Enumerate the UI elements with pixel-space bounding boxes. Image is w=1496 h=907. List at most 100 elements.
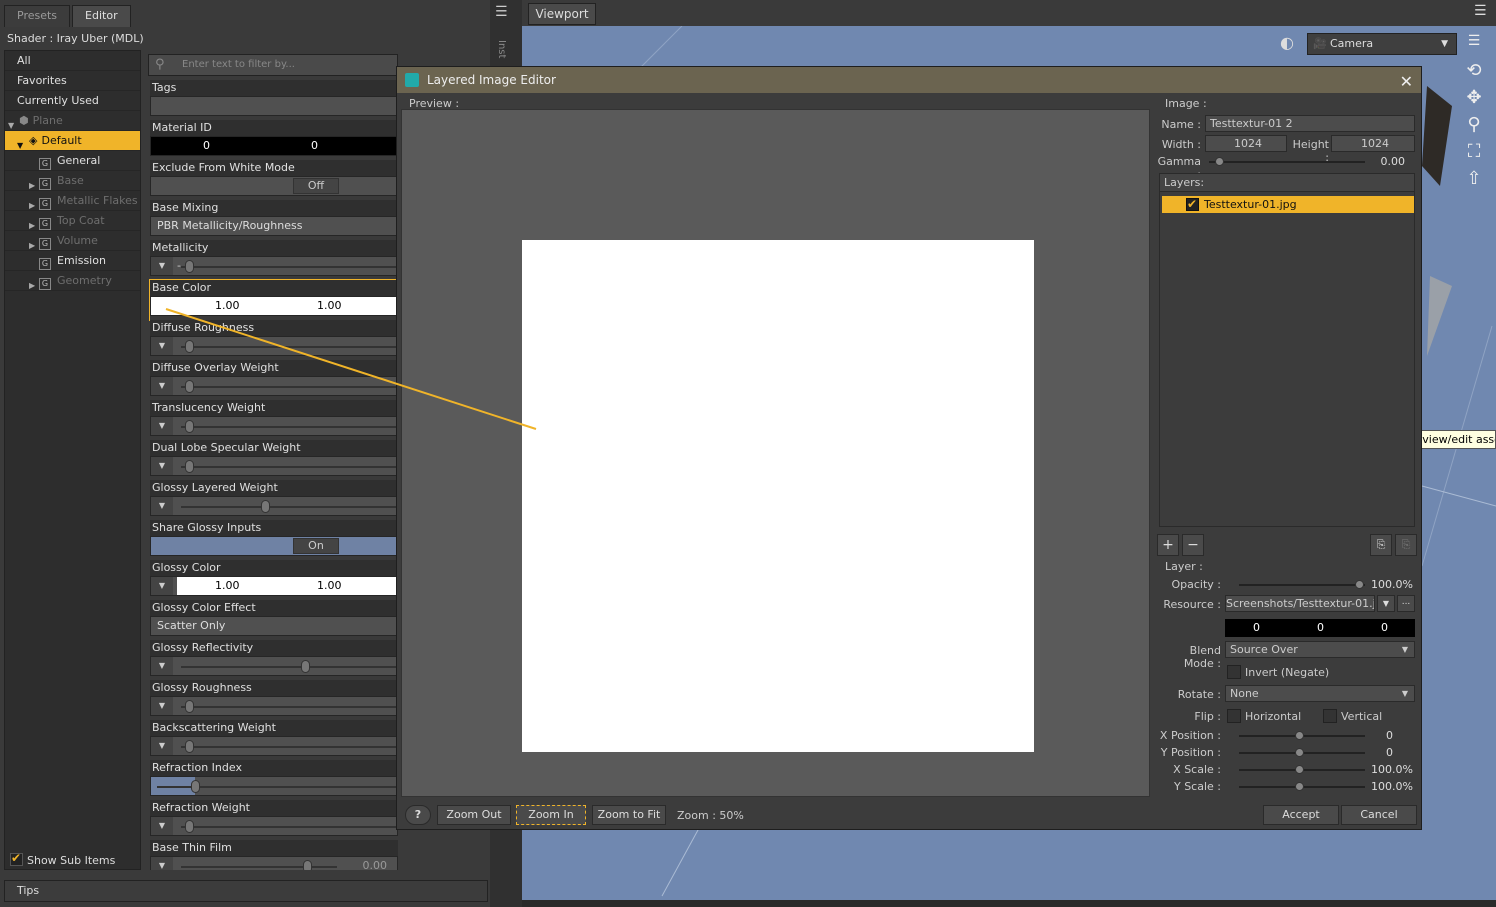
base-thin-film-slider[interactable]: ▼ 0.00 — [150, 856, 398, 870]
slider-knob[interactable] — [185, 700, 194, 713]
slider-knob[interactable] — [1215, 157, 1224, 166]
chevron-down-icon[interactable]: ▼ — [151, 857, 173, 870]
diffuse-overlay-slider[interactable]: ▼ — [150, 376, 398, 396]
reset-view-icon[interactable]: ⇧ — [1463, 168, 1485, 189]
slider-knob[interactable] — [261, 500, 270, 513]
chevron-down-icon[interactable]: ▼ — [151, 817, 173, 835]
tab-presets[interactable]: Presets — [4, 5, 71, 27]
material-id-field[interactable]: 00 — [151, 137, 398, 155]
base-color-field[interactable]: 1.00 1.00 — [150, 296, 398, 316]
preview-area[interactable] — [401, 109, 1150, 797]
side-tab-label[interactable]: Inst — [496, 40, 507, 58]
base-mixing-select[interactable]: PBR Metallicity/Roughness — [150, 216, 398, 236]
filter-item-favorites[interactable]: Favorites — [5, 71, 140, 91]
chevron-down-icon[interactable]: ▼ — [151, 257, 173, 275]
glossy-roughness-slider[interactable]: ▼ — [150, 696, 398, 716]
slider-knob[interactable] — [185, 420, 194, 433]
chevron-down-icon[interactable]: ▼ — [151, 457, 173, 475]
zoom-to-fit-button[interactable]: Zoom to Fit — [592, 805, 666, 825]
chevron-down-icon[interactable]: ▼ — [151, 657, 173, 675]
menu-icon[interactable]: ☰ — [495, 4, 508, 20]
slider-knob[interactable] — [1295, 765, 1304, 774]
glossy-effect-select[interactable]: Scatter Only — [150, 616, 398, 636]
pan-icon[interactable]: ✥ — [1463, 87, 1485, 108]
chevron-down-icon[interactable]: ▼ — [1377, 595, 1395, 612]
close-icon[interactable]: ✕ — [1400, 69, 1413, 95]
tags-field[interactable] — [150, 96, 398, 116]
viewport-options-icon[interactable]: ☰ — [1463, 33, 1485, 49]
tree-item-general[interactable]: G General — [5, 151, 140, 171]
tree-item-emission[interactable]: G Emission — [5, 251, 140, 271]
tree-item-top-coat[interactable]: ▶ G Top Coat — [5, 211, 140, 231]
expand-icon[interactable]: ▶ — [29, 276, 35, 295]
accept-button[interactable]: Accept — [1263, 805, 1339, 825]
exclude-toggle[interactable]: Off — [150, 176, 398, 196]
filter-item-all[interactable]: All — [5, 51, 140, 71]
tree-item-metallic-flakes[interactable]: ▶ G Metallic Flakes — [5, 191, 140, 211]
tab-viewport[interactable]: Viewport — [528, 3, 596, 25]
chevron-down-icon[interactable]: ▼ — [151, 337, 173, 355]
refraction-weight-slider[interactable]: ▼ — [150, 816, 398, 836]
tab-editor[interactable]: Editor — [72, 5, 131, 27]
opacity-slider[interactable] — [1239, 584, 1365, 586]
drawstyle-icon[interactable]: ◐ — [1280, 33, 1294, 52]
layer-item[interactable]: Testtextur-01.jpg — [1162, 196, 1414, 213]
name-field[interactable]: Testtextur-01 2 — [1205, 115, 1415, 132]
resource-field[interactable]: Screenshots/Testtextur-01.jpg — [1225, 595, 1375, 612]
flip-horizontal-checkbox[interactable] — [1227, 709, 1241, 723]
slider-knob[interactable] — [185, 380, 194, 393]
add-layer-button[interactable]: + — [1157, 534, 1179, 556]
chevron-down-icon[interactable]: ▼ — [151, 377, 173, 395]
filter-item-currently-used[interactable]: Currently Used — [5, 91, 140, 111]
color-values[interactable]: 1.00 1.00 — [177, 297, 397, 315]
slider-knob[interactable] — [185, 460, 194, 473]
paste-layer-icon[interactable]: ⎘ — [1395, 534, 1417, 556]
slider-knob[interactable] — [185, 740, 194, 753]
blend-mode-select[interactable]: Source Over ▼ — [1225, 641, 1415, 658]
chevron-down-icon[interactable]: ▼ — [151, 497, 173, 515]
remove-layer-button[interactable]: − — [1182, 534, 1204, 556]
tree-item-plane[interactable]: ▼ ⬢ Plane — [5, 111, 140, 131]
orbit-icon[interactable]: ⟲ — [1463, 60, 1485, 81]
refraction-index-slider[interactable] — [150, 776, 398, 796]
frame-icon[interactable]: ⛶ — [1463, 141, 1485, 162]
share-glossy-toggle[interactable]: On — [150, 536, 398, 556]
chevron-down-icon[interactable]: ▼ — [151, 737, 173, 755]
zoom-icon[interactable]: ⚲ — [1463, 114, 1485, 135]
slider-knob[interactable] — [1295, 782, 1304, 791]
layer-visible-checkbox[interactable] — [1186, 196, 1199, 213]
zoom-out-button[interactable]: Zoom Out — [437, 805, 511, 825]
show-sub-items-checkbox[interactable]: Show Sub Items — [10, 851, 115, 867]
height-field[interactable]: 1024 — [1331, 135, 1415, 152]
translucency-slider[interactable]: ▼ — [150, 416, 398, 436]
diffuse-roughness-slider[interactable]: ▼ — [150, 336, 398, 356]
tips-tab[interactable]: Tips — [4, 880, 488, 902]
dual-lobe-slider[interactable]: ▼ — [150, 456, 398, 476]
slider-knob[interactable] — [1295, 748, 1304, 757]
glossy-reflectivity-slider[interactable]: ▼ — [150, 656, 398, 676]
gamma-slider[interactable] — [1209, 161, 1365, 163]
viewport-menu-icon[interactable]: ☰ — [1474, 3, 1487, 19]
help-icon[interactable]: ? — [405, 805, 431, 825]
width-field[interactable]: 1024 — [1205, 135, 1287, 152]
rgb-fields[interactable]: 0 0 0 — [1225, 619, 1415, 637]
camera-select[interactable]: 🎥 Camera ▼ — [1307, 33, 1457, 55]
slider-knob[interactable] — [191, 780, 200, 793]
tree-item-default[interactable]: ▼ ◈ Default — [5, 131, 140, 151]
filter-search-input[interactable]: ⚲ Enter text to filter by... — [148, 54, 398, 76]
slider-knob[interactable] — [185, 820, 194, 833]
zoom-in-button[interactable]: Zoom In — [516, 805, 586, 825]
copy-layer-icon[interactable]: ⎘ — [1370, 534, 1392, 556]
metallicity-slider[interactable]: ▼ - — [150, 256, 398, 276]
cancel-button[interactable]: Cancel — [1341, 805, 1417, 825]
browse-button[interactable]: ... — [1397, 595, 1415, 612]
backscattering-slider[interactable]: ▼ — [150, 736, 398, 756]
slider-knob[interactable] — [303, 860, 312, 870]
rotate-select[interactable]: None ▼ — [1225, 685, 1415, 702]
slider-knob[interactable] — [185, 340, 194, 353]
slider-knob[interactable] — [301, 660, 310, 673]
tree-item-base[interactable]: ▶ G Base — [5, 171, 140, 191]
dialog-titlebar[interactable]: Layered Image Editor ✕ — [397, 67, 1421, 93]
slider-knob[interactable] — [185, 260, 194, 273]
flip-vertical-checkbox[interactable] — [1323, 709, 1337, 723]
